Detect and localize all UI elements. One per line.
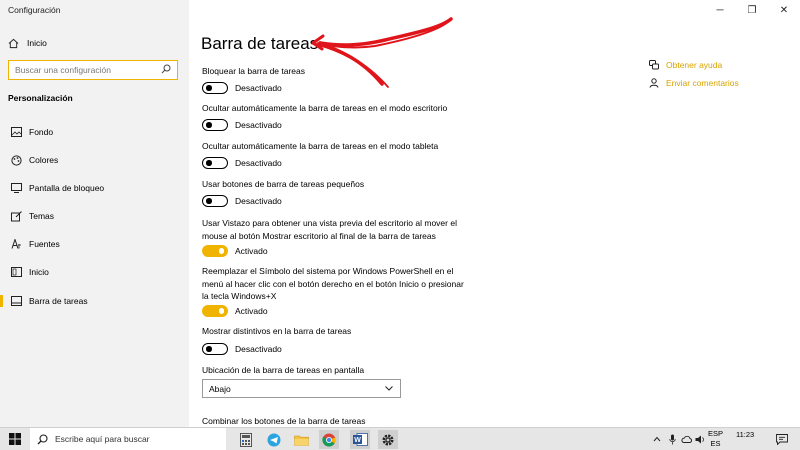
settings-app-icon[interactable] [378, 430, 398, 449]
get-help-link[interactable]: Obtener ayuda [649, 60, 722, 70]
combine-label: Combinar los botones de la barra de tare… [202, 416, 366, 426]
taskbar-search-box[interactable]: Escribe aquí para buscar [30, 428, 226, 450]
sidebar-item-barra-de-tareas[interactable]: Barra de tareas [0, 292, 189, 310]
send-feedback-label: Enviar comentarios [666, 78, 739, 88]
word-app-icon[interactable]: W [350, 430, 370, 449]
system-clock[interactable]: 11:23 [736, 430, 754, 439]
toggle-knob [218, 248, 224, 254]
sidebar-item-label: Inicio [29, 267, 49, 277]
app-title: Configuración [8, 5, 61, 15]
sidebar-item-label: Fondo [29, 127, 54, 137]
sidebar-item-fuentes[interactable]: Fuentes [0, 235, 189, 253]
setting-label-badges: Mostrar distintivos en la barra de tarea… [202, 326, 352, 336]
svg-text:W: W [354, 437, 361, 444]
home-icon [8, 38, 19, 48]
setting-label-powershell: Reemplazar el Símbolo del sistema por Wi… [202, 266, 464, 301]
page-title: Barra de tareas [201, 34, 319, 53]
toggle-state: Desactivado [235, 120, 282, 130]
location-value: Abajo [209, 384, 231, 394]
onedrive-cloud-icon[interactable] [680, 428, 692, 450]
window-controls: ─ ❐ ✕ [704, 0, 800, 20]
sidebar-item-temas[interactable]: Temas [0, 207, 189, 225]
windows-logo-icon [9, 433, 21, 445]
toggle-knob [206, 346, 212, 352]
search-placeholder: Buscar una configuración [15, 65, 111, 75]
location-dropdown[interactable]: Abajo [202, 379, 401, 398]
keyboard-code: ES [710, 438, 721, 448]
search-icon [37, 433, 48, 444]
location-label: Ubicación de la barra de tareas en panta… [202, 365, 365, 375]
font-icon [9, 239, 23, 249]
toggle-knob [206, 160, 212, 166]
lock-screen-icon [9, 183, 23, 193]
toggle-peek[interactable] [202, 245, 228, 257]
chevron-up-icon [653, 436, 661, 442]
get-help-label: Obtener ayuda [666, 60, 723, 70]
sidebar-item-label: Temas [29, 211, 55, 221]
toggle-powershell[interactable] [202, 305, 228, 317]
feedback-icon [649, 78, 659, 88]
sidebar-item-pantalla-de-bloqueo[interactable]: Pantalla de bloqueo [0, 179, 189, 197]
home-label: Inicio [27, 38, 47, 48]
main-content: Barra de tareas Bloquear la barra de tar… [189, 0, 800, 427]
toggle-state: Activado [235, 246, 268, 256]
brush-icon [9, 210, 23, 222]
file-explorer-app-icon[interactable] [291, 430, 311, 449]
toggle-state: Desactivado [235, 196, 282, 206]
help-icon [649, 60, 659, 70]
toggle-state: Activado [235, 306, 268, 316]
sidebar-item-label: Barra de tareas [29, 296, 88, 306]
setting-label-lock-taskbar: Bloquear la barra de tareas [202, 66, 306, 76]
toggle-state: Desactivado [235, 83, 282, 93]
close-button[interactable]: ✕ [768, 0, 800, 20]
volume-icon[interactable] [693, 428, 707, 450]
setting-label-peek: Usar Vistazo para obtener una vista prev… [202, 218, 457, 241]
toggle-knob [206, 85, 212, 91]
setting-label-small-buttons: Usar botones de barra de tareas pequeños [202, 179, 365, 189]
toggle-badges[interactable] [202, 343, 228, 355]
taskbar-icon [9, 296, 23, 306]
input-language-indicator[interactable]: ESP ES [708, 429, 723, 448]
toggle-lock-taskbar[interactable] [202, 82, 228, 94]
maximize-button[interactable]: ❐ [736, 0, 768, 20]
sidebar-item-label: Colores [29, 155, 59, 165]
sidebar-item-inicio[interactable]: Inicio [0, 263, 189, 281]
toggle-state: Desactivado [235, 344, 282, 354]
sidebar-item-colores[interactable]: Colores [0, 151, 189, 169]
language-code: ESP [708, 429, 724, 438]
setting-label-autohide-desktop: Ocultar automáticamente la barra de tare… [202, 103, 448, 113]
taskbar: Escribe aquí para buscar W ESP ES 11:23 [0, 427, 800, 450]
image-icon [9, 127, 23, 137]
section-title: Personalización [8, 93, 73, 103]
notification-icon [776, 433, 788, 445]
toggle-autohide-tablet[interactable] [202, 157, 228, 169]
sidebar-item-fondo[interactable]: Fondo [0, 123, 189, 141]
start-button[interactable] [0, 428, 30, 450]
chrome-app-icon[interactable] [319, 430, 339, 449]
send-feedback-link[interactable]: Enviar comentarios [649, 78, 739, 88]
setting-label-autohide-tablet: Ocultar automáticamente la barra de tare… [202, 141, 439, 151]
search-icon[interactable] [161, 64, 171, 74]
palette-icon [9, 154, 23, 166]
action-center-button[interactable] [773, 428, 791, 450]
chevron-down-icon [385, 386, 393, 391]
toggle-knob [206, 198, 212, 204]
calculator-app-icon[interactable] [236, 430, 256, 449]
telegram-app-icon[interactable] [264, 430, 284, 449]
sidebar-item-label: Fuentes [29, 239, 60, 249]
taskbar-search-placeholder: Escribe aquí para buscar [55, 434, 150, 444]
toggle-autohide-desktop[interactable] [202, 119, 228, 131]
microphone-icon[interactable] [666, 428, 678, 450]
sidebar-item-label: Pantalla de bloqueo [29, 183, 105, 193]
toggle-state: Desactivado [235, 158, 282, 168]
toggle-small-buttons[interactable] [202, 195, 228, 207]
home-nav-item[interactable]: Inicio [8, 36, 47, 50]
toggle-knob [218, 308, 224, 314]
toggle-knob [206, 122, 212, 128]
minimize-button[interactable]: ─ [704, 0, 736, 20]
show-hidden-icons-button[interactable] [651, 428, 663, 450]
sidebar: Configuración Inicio Buscar una configur… [0, 0, 189, 427]
settings-search-input[interactable]: Buscar una configuración [8, 60, 178, 80]
start-icon [9, 267, 23, 277]
